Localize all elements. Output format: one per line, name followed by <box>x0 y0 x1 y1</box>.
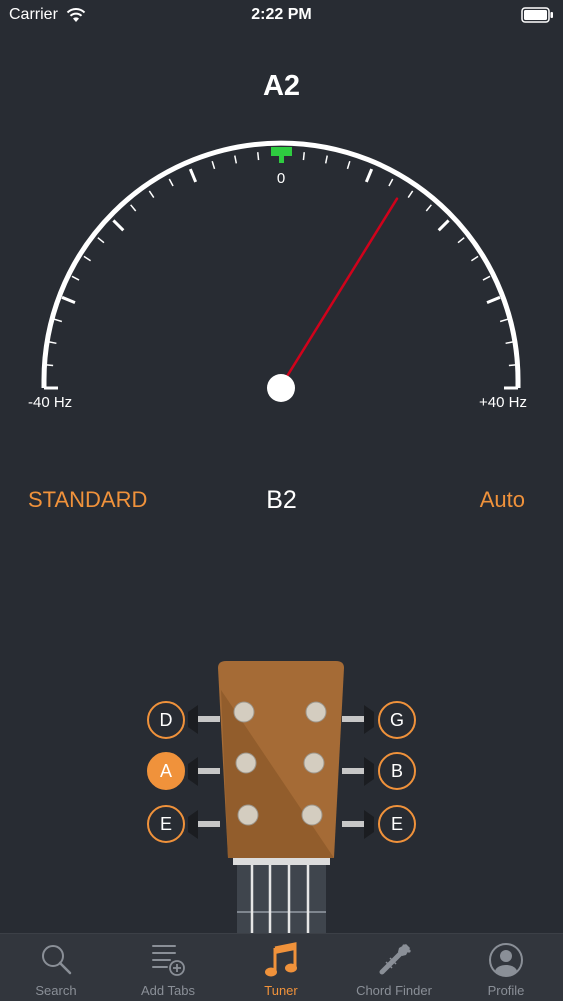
search-icon <box>42 945 72 975</box>
add-tabs-icon <box>152 945 185 976</box>
tab-label: Search <box>35 983 77 998</box>
tuning-peg <box>303 752 325 774</box>
string-button-high-e[interactable]: E <box>378 805 416 843</box>
tab-label: Chord Finder <box>356 983 432 998</box>
tuning-peg <box>233 701 255 723</box>
tuning-peg <box>301 804 323 826</box>
tab-label: Tuner <box>264 983 298 998</box>
string-button-d[interactable]: D <box>147 701 185 739</box>
tab-chord-finder[interactable]: Chord Finder <box>338 934 450 1001</box>
string-button-a[interactable]: A <box>147 752 185 790</box>
guitar-headstock <box>188 661 374 935</box>
profile-icon <box>489 943 523 977</box>
tab-search[interactable]: Search <box>0 934 112 1001</box>
string-button-low-e[interactable]: E <box>147 805 185 843</box>
guitar-icon <box>379 944 411 975</box>
tuning-peg <box>235 752 257 774</box>
tab-bar: Search Add Tabs Tuner Chord Finder Profi… <box>0 933 563 1001</box>
tuning-peg <box>237 804 259 826</box>
guitar-neck <box>237 862 326 935</box>
string-button-g[interactable]: G <box>378 701 416 739</box>
tab-tuner[interactable]: Tuner <box>225 934 337 1001</box>
string-button-b[interactable]: B <box>378 752 416 790</box>
tab-label: Profile <box>487 983 525 998</box>
music-note-icon <box>265 942 297 977</box>
tab-profile[interactable]: Profile <box>450 934 562 1001</box>
tab-add-tabs[interactable]: Add Tabs <box>112 934 224 1001</box>
tuning-peg <box>305 701 327 723</box>
tab-label: Add Tabs <box>141 983 195 998</box>
